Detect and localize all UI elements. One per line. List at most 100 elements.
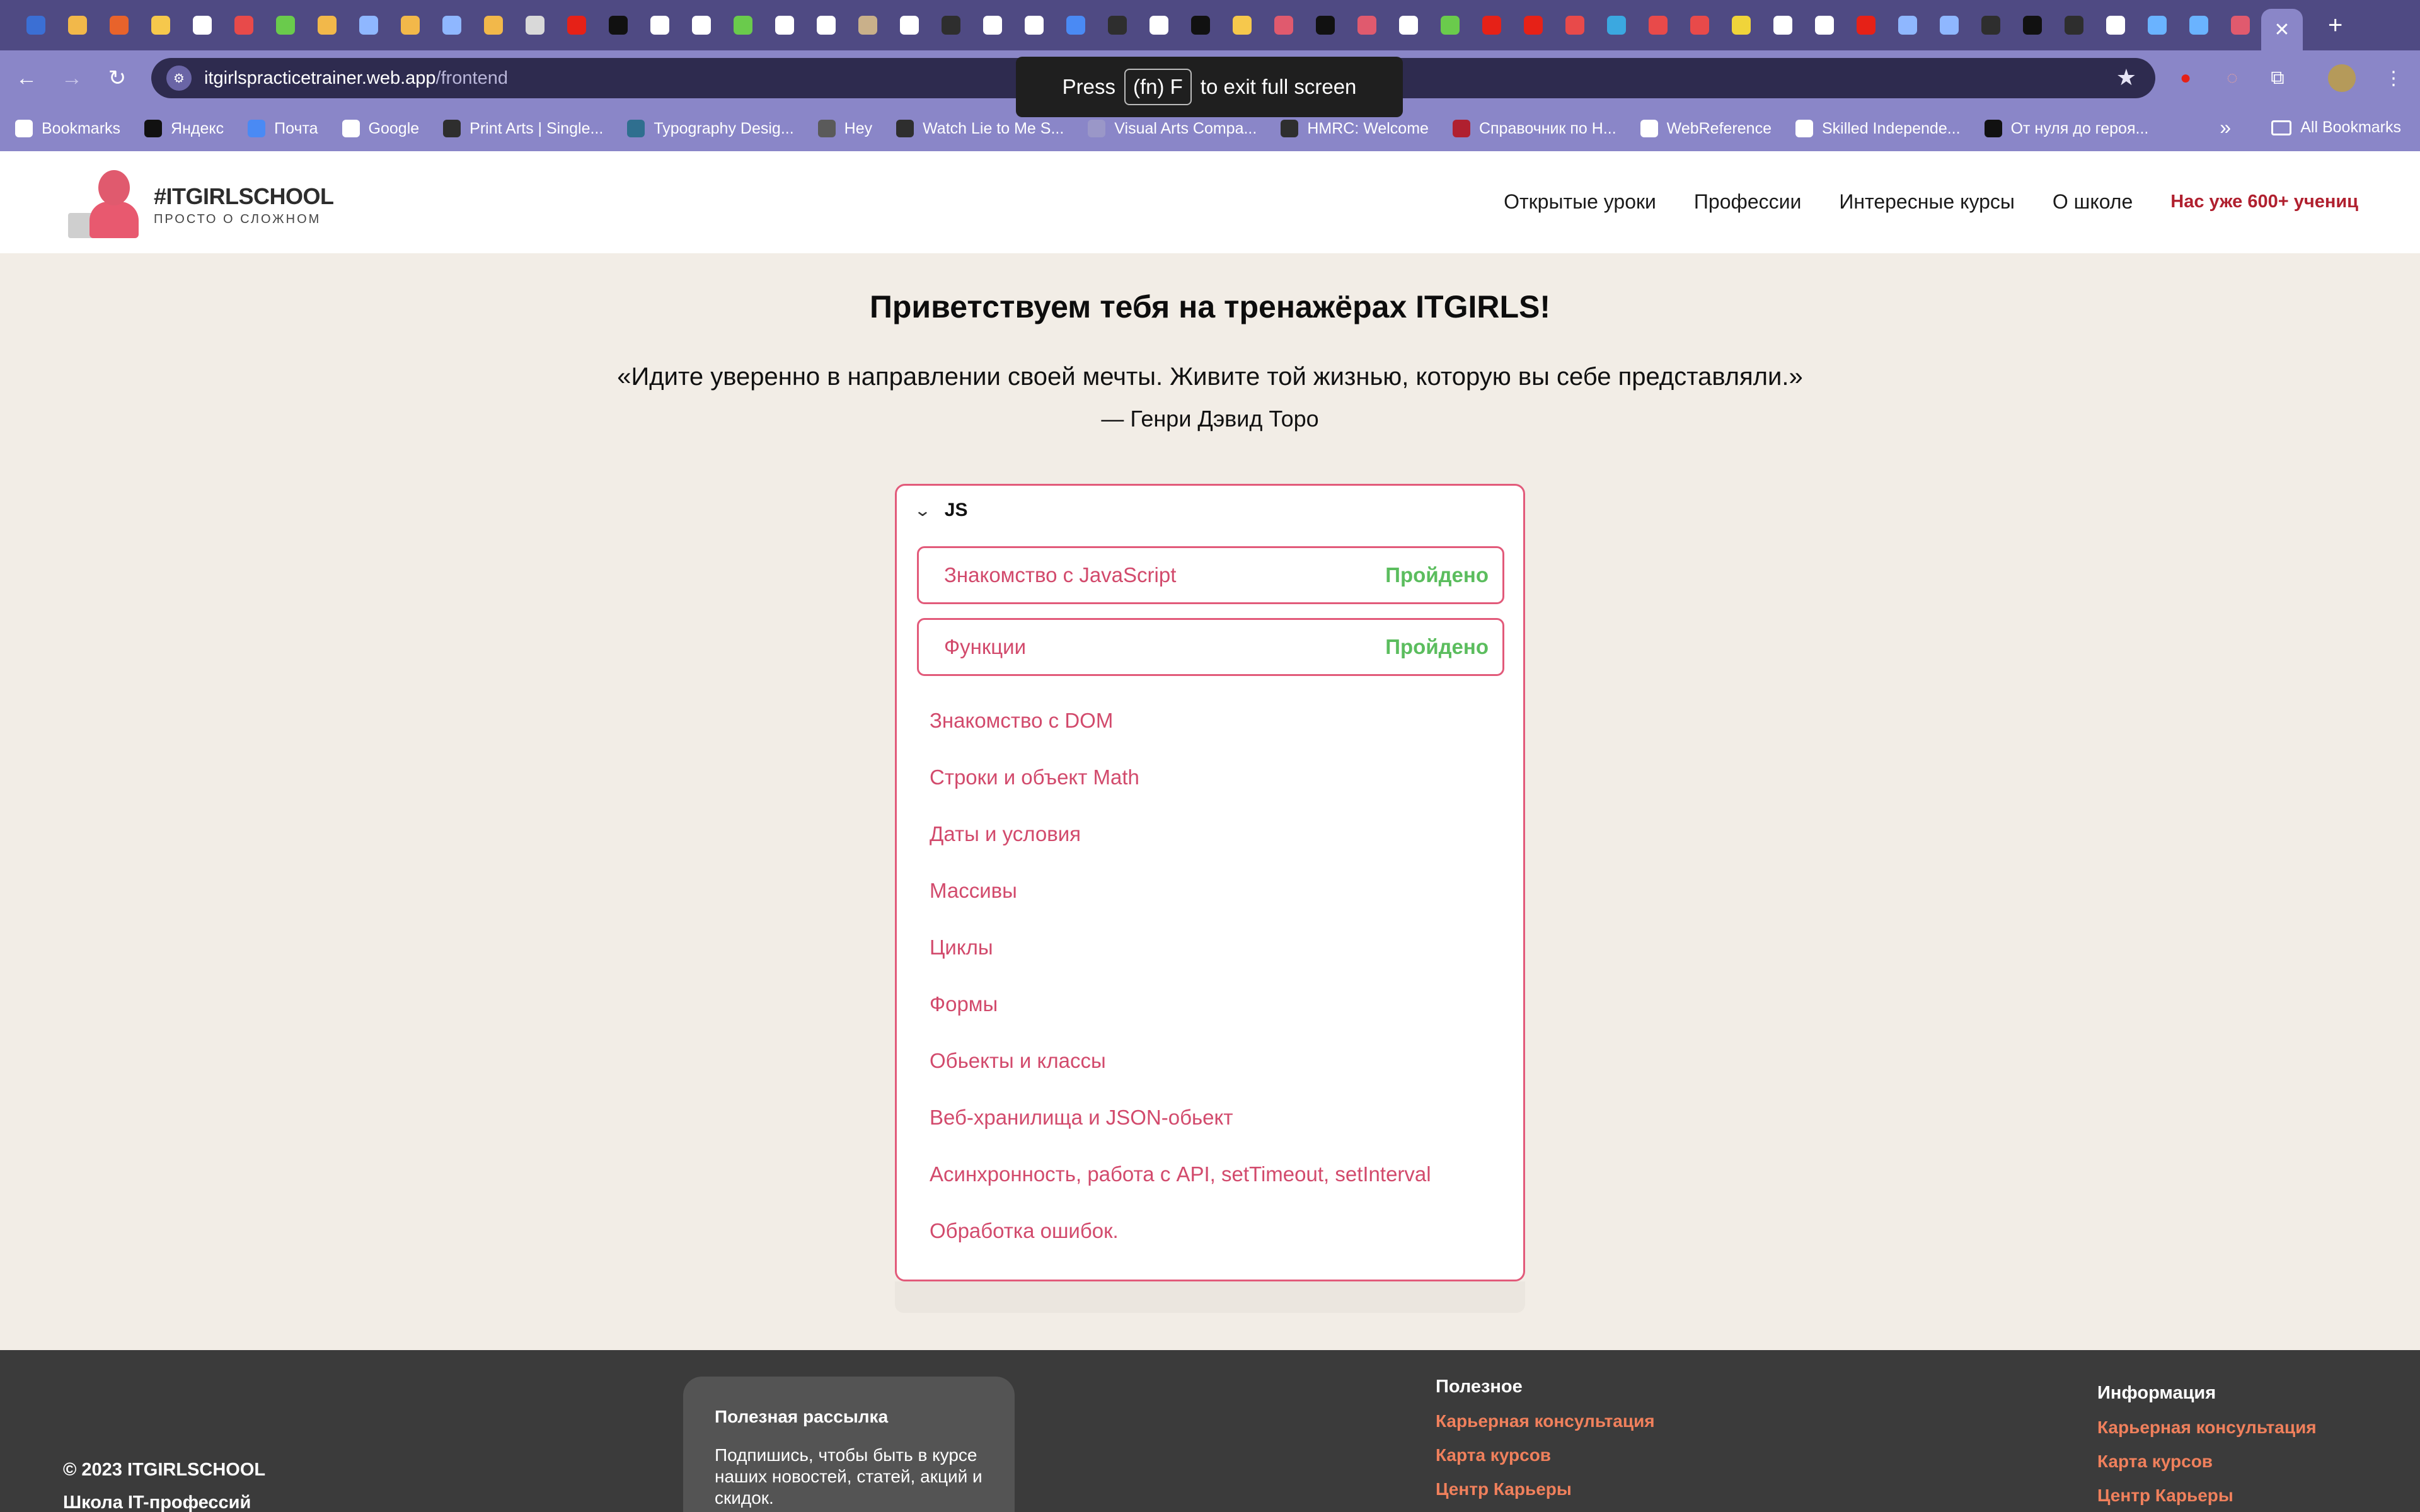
browser-tab[interactable] <box>1055 0 1097 50</box>
site-logo[interactable]: #ITGIRLSCHOOL ПРОСТО О СЛОЖНОМ <box>68 168 334 238</box>
bookmark-item[interactable]: Справочник по H... <box>1452 120 1616 138</box>
lesson-item[interactable]: Обработка ошибок. <box>930 1219 1119 1243</box>
bookmark-item[interactable]: Bookmarks <box>15 120 120 138</box>
browser-tab[interactable] <box>514 0 556 50</box>
browser-tab[interactable] <box>265 0 306 50</box>
lesson-item[interactable]: Формы <box>930 992 998 1016</box>
browser-tab[interactable] <box>2012 0 2053 50</box>
browser-tab[interactable] <box>1845 0 1887 50</box>
browser-tab[interactable] <box>306 0 348 50</box>
browser-tab[interactable] <box>1679 0 1720 50</box>
extensions-puzzle-icon[interactable]: ⧉ <box>2260 60 2295 96</box>
browser-tab[interactable] <box>98 0 140 50</box>
browser-tab[interactable] <box>1720 0 1762 50</box>
accordion-header-js[interactable]: ⌄ JS <box>914 500 968 521</box>
browser-tab[interactable] <box>1013 0 1055 50</box>
bookmark-item[interactable]: Print Arts | Single... <box>443 120 603 138</box>
browser-tab[interactable] <box>1928 0 1970 50</box>
browser-tab[interactable] <box>1305 0 1346 50</box>
browser-tab[interactable] <box>1180 0 1221 50</box>
lesson-item[interactable]: Асинхронность, работа с API, setTimeout,… <box>930 1162 1431 1186</box>
bookmark-item[interactable]: Hey <box>817 120 872 138</box>
lesson-item[interactable]: Даты и условия <box>930 822 1081 846</box>
footer-link[interactable]: Карта курсов <box>2097 1452 2317 1472</box>
lesson-item[interactable]: Строки и объект Math <box>930 765 1139 789</box>
footer-link[interactable]: Центр Карьеры <box>2097 1486 2317 1506</box>
browser-tab[interactable] <box>930 0 972 50</box>
footer-link[interactable]: Карта курсов <box>1436 1445 1655 1465</box>
browser-tab[interactable] <box>639 0 681 50</box>
browser-tab[interactable] <box>1596 0 1637 50</box>
browser-tab[interactable] <box>764 0 805 50</box>
browser-tab[interactable] <box>1097 0 1138 50</box>
browser-tab[interactable] <box>15 0 57 50</box>
browser-tab[interactable] <box>473 0 514 50</box>
browser-tab[interactable] <box>1346 0 1388 50</box>
nav-about[interactable]: О школе <box>2053 190 2133 214</box>
browser-tab[interactable] <box>1554 0 1596 50</box>
browser-tab[interactable] <box>1388 0 1429 50</box>
lesson-item[interactable]: Веб-хранилища и JSON-обьект <box>930 1106 1233 1130</box>
bookmark-item[interactable]: От нуля до героя... <box>1984 120 2148 138</box>
browser-tab[interactable] <box>182 0 223 50</box>
browser-tab[interactable] <box>2136 0 2178 50</box>
browser-tab[interactable] <box>889 0 930 50</box>
site-info-icon[interactable]: ⚙ <box>166 66 192 91</box>
browser-tab[interactable] <box>1887 0 1928 50</box>
bookmark-item[interactable]: Visual Arts Compa... <box>1088 120 1257 138</box>
footer-link[interactable]: Карьерная консультация <box>1436 1411 1655 1431</box>
browser-tab[interactable] <box>2220 0 2261 50</box>
profile-avatar[interactable] <box>2328 64 2356 92</box>
extension-icon[interactable]: ● <box>2168 60 2203 96</box>
browser-tab[interactable] <box>1138 0 1180 50</box>
browser-tab[interactable] <box>57 0 98 50</box>
browser-menu-icon[interactable]: ⋮ <box>2376 60 2411 96</box>
browser-tab[interactable] <box>2095 0 2136 50</box>
lesson-item[interactable]: Циклы <box>930 936 993 959</box>
lesson-item[interactable]: Массивы <box>930 879 1017 903</box>
browser-tab[interactable] <box>1221 0 1263 50</box>
lesson-item[interactable]: Обьекты и классы <box>930 1049 1106 1073</box>
nav-open-lessons[interactable]: Открытые уроки <box>1504 190 1656 214</box>
footer-link[interactable]: Карьерная консультация <box>2097 1418 2317 1438</box>
bookmark-item[interactable]: Яндекс <box>144 120 224 138</box>
browser-tab[interactable] <box>681 0 722 50</box>
browser-tab[interactable] <box>1804 0 1845 50</box>
bookmark-item[interactable]: HMRC: Welcome <box>1281 120 1429 138</box>
back-button[interactable]: ← <box>8 59 45 97</box>
browser-tab[interactable] <box>348 0 389 50</box>
bookmark-item[interactable]: Skilled Independe... <box>1795 120 1961 138</box>
bookmark-item[interactable]: Google <box>342 120 419 138</box>
nav-professions[interactable]: Профессии <box>1694 190 1801 214</box>
bookmark-item[interactable]: Typography Desig... <box>627 120 794 138</box>
bookmark-star-icon[interactable]: ★ <box>2116 64 2136 91</box>
all-bookmarks-button[interactable]: All Bookmarks <box>2271 118 2401 137</box>
browser-tab[interactable] <box>2053 0 2095 50</box>
browser-tab[interactable] <box>847 0 889 50</box>
browser-tab[interactable] <box>389 0 431 50</box>
browser-tab[interactable] <box>1970 0 2012 50</box>
reload-button[interactable]: ↻ <box>98 59 136 97</box>
bookmark-item[interactable]: Почта <box>248 120 318 138</box>
lesson-item-completed[interactable]: Знакомство с JavaScript Пройдено <box>917 546 1504 604</box>
browser-tab[interactable] <box>1637 0 1679 50</box>
forward-button[interactable]: → <box>53 59 91 97</box>
browser-tab[interactable] <box>1471 0 1512 50</box>
lesson-item-completed[interactable]: Функции Пройдено <box>917 618 1504 676</box>
more-bookmarks-icon[interactable]: » <box>2220 116 2231 139</box>
browser-tab[interactable] <box>1762 0 1804 50</box>
bookmark-item[interactable]: WebReference <box>1640 120 1772 138</box>
nav-students-count[interactable]: Нас уже 600+ учениц <box>2170 192 2358 212</box>
browser-tab[interactable] <box>972 0 1013 50</box>
extension-icon[interactable]: ◌ <box>2215 60 2250 96</box>
browser-tab[interactable] <box>2178 0 2220 50</box>
browser-tab[interactable] <box>140 0 182 50</box>
active-tab-close-icon[interactable]: ✕ <box>2261 9 2303 50</box>
browser-tab[interactable] <box>1429 0 1471 50</box>
nav-courses[interactable]: Интересные курсы <box>1839 190 2015 214</box>
browser-tab[interactable] <box>805 0 847 50</box>
browser-tab[interactable] <box>1263 0 1305 50</box>
browser-tab[interactable] <box>1512 0 1554 50</box>
browser-tab[interactable] <box>597 0 639 50</box>
lesson-item[interactable]: Знакомство с DOM <box>930 709 1113 733</box>
